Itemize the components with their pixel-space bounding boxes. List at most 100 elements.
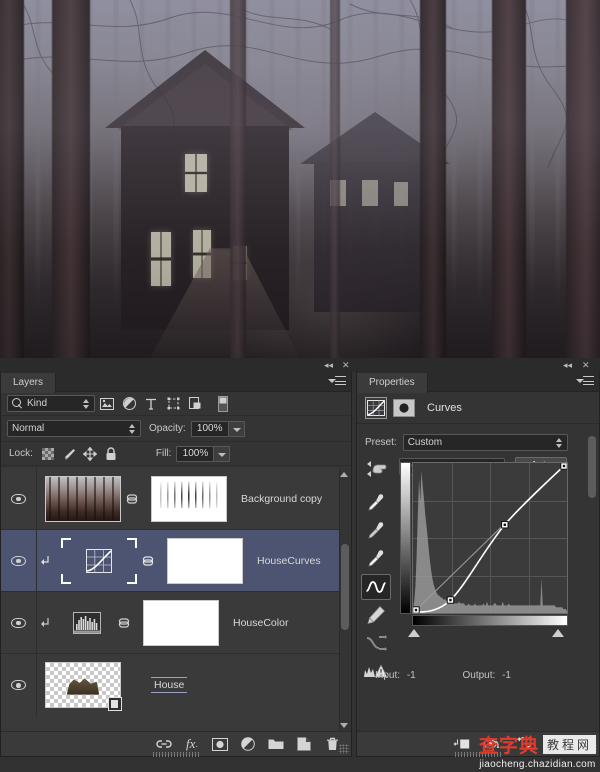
on-image-adjust-icon[interactable] <box>361 456 391 482</box>
layer-name[interactable]: Background copy <box>241 493 322 505</box>
eye-icon <box>11 493 26 504</box>
white-point-eyedropper-icon[interactable] <box>361 546 391 572</box>
shape-layer-filter-icon[interactable] <box>163 394 183 414</box>
lock-image-pixels-icon[interactable] <box>59 446 79 462</box>
clip-to-layer-icon[interactable] <box>453 735 471 753</box>
layer-filter-row: Kind <box>1 392 351 416</box>
smooth-curve-icon[interactable] <box>361 630 391 656</box>
black-point-eyedropper-icon[interactable] <box>361 490 391 516</box>
curve-lines[interactable] <box>413 463 567 613</box>
curves-adjustment-icon[interactable] <box>365 396 387 419</box>
add-layer-mask-icon[interactable] <box>211 735 229 753</box>
lock-transparent-pixels-icon[interactable] <box>38 446 58 462</box>
layer-name[interactable]: HouseCurves <box>257 555 321 567</box>
close-properties-button[interactable]: ✕ <box>582 359 590 371</box>
curves-graph[interactable] <box>400 462 568 637</box>
layer-list[interactable]: Background copy HouseCurves HouseColor H… <box>1 468 351 732</box>
layer-mask-thumbnail[interactable] <box>151 475 227 522</box>
new-group-icon[interactable] <box>267 735 285 753</box>
curve-point-tool-icon[interactable] <box>361 574 391 600</box>
layer-visibility-toggle[interactable] <box>1 654 37 716</box>
layer-row-housecolor[interactable]: HouseColor <box>1 592 351 654</box>
watermark-box: 教程网 <box>542 735 596 754</box>
white-point-slider[interactable] <box>552 629 564 637</box>
preset-select[interactable]: Custom <box>402 433 568 451</box>
layers-tabbar: Layers <box>1 372 351 393</box>
layers-panel-menu-icon[interactable] <box>328 376 346 388</box>
preset-value: Custom <box>407 436 443 448</box>
output-label: Output: <box>462 670 496 681</box>
layer-visibility-toggle[interactable] <box>1 592 37 653</box>
opacity-input[interactable]: 100% <box>190 420 229 437</box>
curve-grid[interactable] <box>412 462 568 614</box>
layers-panel: Layers Kind Normal Opacity: 100% Lock: F… <box>0 372 352 757</box>
layer-list-scrollbar[interactable] <box>339 468 351 732</box>
preset-label: Preset: <box>365 436 397 448</box>
filter-kind-select[interactable]: Kind <box>7 395 95 412</box>
layer-row-house[interactable]: House <box>1 654 351 716</box>
scroll-down-icon[interactable] <box>340 723 348 728</box>
gray-point-eyedropper-icon[interactable] <box>361 518 391 544</box>
layer-style-fx-icon[interactable]: fx . <box>183 735 201 753</box>
tab-layers[interactable]: Layers <box>1 373 57 393</box>
layer-thumbnail[interactable] <box>61 601 113 645</box>
fill-slider-dropdown[interactable] <box>214 445 231 462</box>
black-point-slider[interactable] <box>408 629 420 637</box>
scroll-up-icon[interactable] <box>340 472 348 477</box>
fill-input[interactable]: 100% <box>176 445 215 462</box>
filter-enable-toggle[interactable] <box>213 394 233 414</box>
blend-mode-value: Normal <box>12 423 45 434</box>
eye-icon <box>11 555 26 566</box>
layer-visibility-toggle[interactable] <box>1 530 37 591</box>
layer-mask-thumbnail[interactable] <box>143 599 219 646</box>
panel-drag-handle[interactable] <box>153 752 199 757</box>
eye-icon <box>11 617 26 628</box>
curves-tool-column <box>359 456 393 686</box>
lock-position-icon[interactable] <box>80 446 100 462</box>
lock-label: Lock: <box>9 448 33 459</box>
properties-scrollbar[interactable] <box>587 432 598 702</box>
pixel-layer-filter-icon[interactable] <box>97 394 117 414</box>
layer-visibility-toggle[interactable] <box>1 468 37 529</box>
curve-readout-row: Input: -1 Output: -1 <box>375 670 575 681</box>
properties-panel-menu-icon[interactable] <box>576 376 594 388</box>
properties-panel: Properties Curves Preset: Custom Input: … <box>356 372 600 757</box>
collapse-properties-button[interactable]: ◂◂ <box>563 359 572 371</box>
fog-overlay <box>0 0 600 358</box>
layer-thumbnail[interactable] <box>45 475 121 522</box>
mask-link-icon[interactable] <box>141 553 155 569</box>
new-layer-icon[interactable] <box>295 735 313 753</box>
adjustment-title: Curves <box>427 401 462 414</box>
collapse-panels-button[interactable]: ◂◂ <box>324 359 333 371</box>
type-layer-filter-icon[interactable] <box>141 394 161 414</box>
mask-link-icon[interactable] <box>117 615 131 631</box>
tab-properties[interactable]: Properties <box>357 373 428 393</box>
link-layers-icon[interactable] <box>155 735 173 753</box>
layer-thumbnail[interactable] <box>61 537 137 584</box>
new-adjustment-layer-icon[interactable] <box>239 735 257 753</box>
layer-mask-thumbnail[interactable] <box>167 537 243 584</box>
opacity-slider-dropdown[interactable] <box>228 420 245 437</box>
layer-mask-icon[interactable] <box>393 397 415 419</box>
opacity-label: Opacity: <box>149 423 186 434</box>
lock-all-icon[interactable] <box>101 446 121 462</box>
layer-name[interactable]: HouseColor <box>233 617 288 629</box>
mask-link-icon[interactable] <box>125 491 139 507</box>
input-gradient-bar <box>412 615 568 626</box>
document-canvas[interactable] <box>0 0 600 358</box>
smart-object-filter-icon[interactable] <box>185 394 205 414</box>
filter-kind-label: Kind <box>27 398 48 409</box>
panel-resize-grip[interactable] <box>339 744 349 754</box>
layer-thumbnail[interactable] <box>45 662 122 711</box>
close-panels-button[interactable]: ✕ <box>342 359 350 371</box>
layer-row-housecurves[interactable]: HouseCurves <box>1 530 351 592</box>
blend-mode-select[interactable]: Normal <box>7 420 141 437</box>
output-value: -1 <box>502 670 511 681</box>
pencil-draw-curve-icon[interactable] <box>361 602 391 628</box>
fill-label: Fill: <box>155 448 172 459</box>
adjustment-layer-filter-icon[interactable] <box>119 394 139 414</box>
layer-row-background-copy[interactable]: Background copy <box>1 468 351 530</box>
layer-name[interactable]: House <box>151 677 188 693</box>
scrollbar-thumb[interactable] <box>588 436 596 498</box>
scrollbar-thumb[interactable] <box>341 544 349 630</box>
